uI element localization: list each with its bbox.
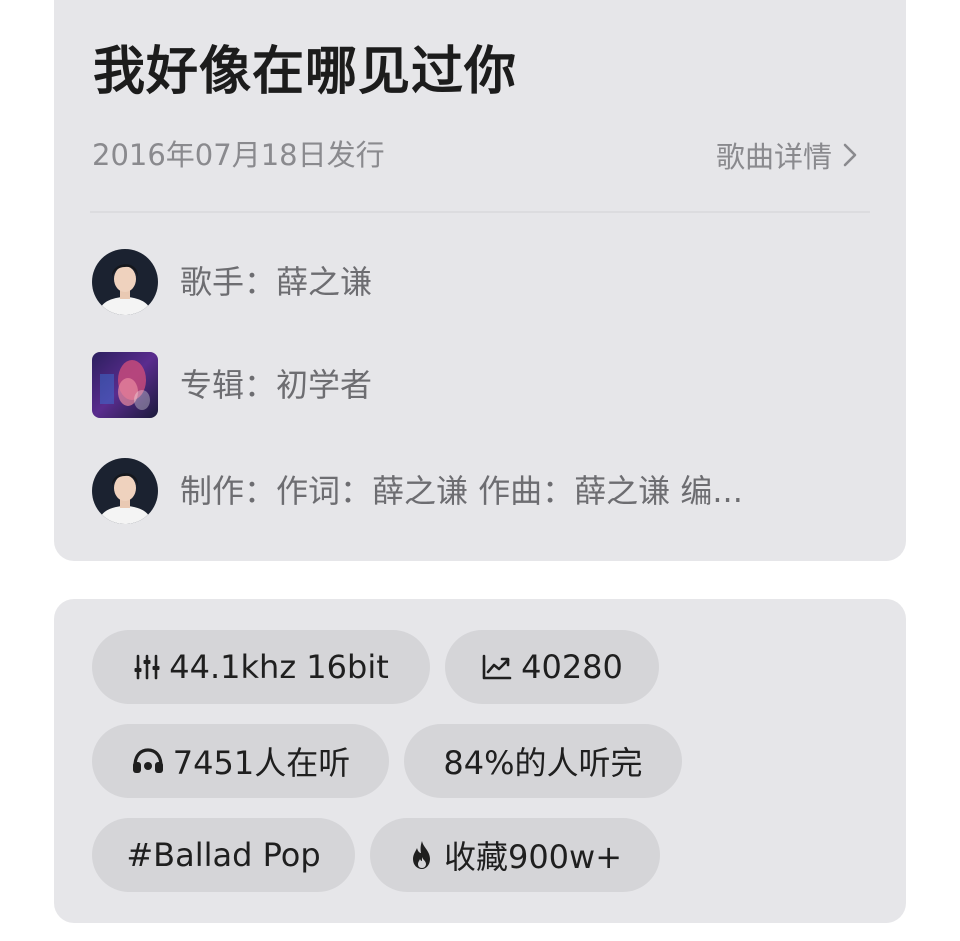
singer-avatar[interactable] [92, 249, 158, 315]
song-info-card: 我好像在哪见过你 2016年07月18日发行 歌曲详情 歌手：薛之谦 专辑：初学… [54, 0, 906, 561]
production-text: 制作：作词：薛之谦 作曲：薛之谦 编... [180, 472, 743, 510]
producer-avatar[interactable] [92, 458, 158, 524]
album-text: 专辑：初学者 [180, 366, 373, 404]
listeners-tag[interactable]: 7451人在听 [92, 724, 389, 798]
chevron-right-icon [843, 143, 857, 167]
trend-tag[interactable]: 40280 [445, 630, 659, 704]
song-stats-card: 44.1khz 16bit 40280 7451人在听 84%的人听完 #Bal… [54, 599, 906, 923]
genre-label: #Ballad Pop [126, 836, 321, 874]
headphones-icon [132, 748, 163, 773]
audio-quality-tag[interactable]: 44.1khz 16bit [92, 630, 430, 704]
listeners-label: 7451人在听 [172, 744, 351, 782]
release-date: 2016年07月18日发行 [92, 138, 385, 172]
trend-value: 40280 [521, 648, 623, 686]
favorites-tag[interactable]: 收藏900w+ [370, 818, 660, 892]
completion-tag[interactable]: 84%的人听完 [404, 724, 682, 798]
genre-tag[interactable]: #Ballad Pop [92, 818, 355, 892]
divider [90, 211, 870, 213]
completion-label: 84%的人听完 [443, 744, 643, 782]
trend-up-icon [482, 654, 512, 680]
song-detail-label: 歌曲详情 [715, 140, 832, 174]
album-cover[interactable] [92, 352, 158, 418]
song-detail-link[interactable]: 歌曲详情 [716, 135, 858, 175]
album-row[interactable]: 专辑：初学者 [92, 352, 866, 418]
production-row[interactable]: 制作：作词：薛之谦 作曲：薛之谦 编... [92, 458, 866, 524]
song-title: 我好像在哪见过你 [93, 42, 518, 102]
flame-icon [412, 841, 430, 869]
equalizer-icon [134, 654, 160, 680]
singer-text: 歌手：薛之谦 [180, 263, 373, 301]
favorites-label: 收藏900w+ [443, 838, 623, 876]
singer-row[interactable]: 歌手：薛之谦 [92, 249, 866, 315]
audio-quality-label: 44.1khz 16bit [169, 648, 389, 686]
